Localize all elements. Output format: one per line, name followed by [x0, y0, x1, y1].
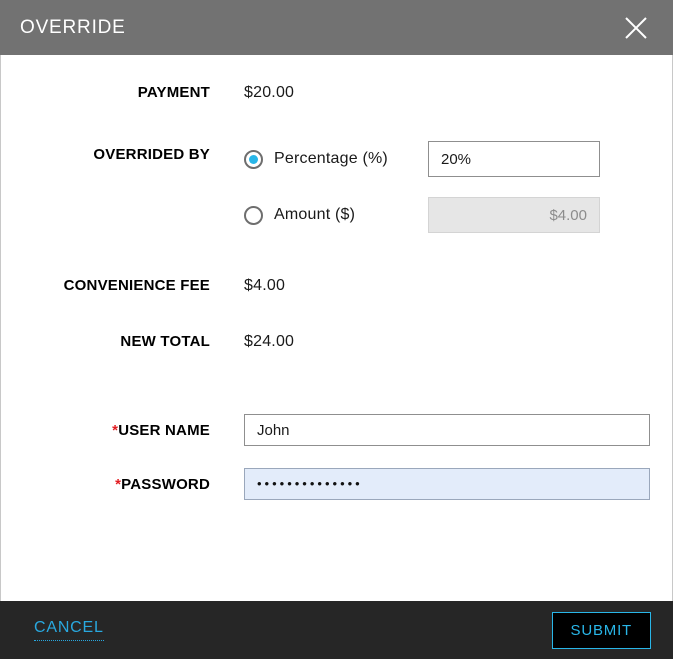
user-name-row: *USER NAME — [1, 414, 672, 446]
percentage-input[interactable] — [428, 141, 600, 177]
convenience-fee-row: CONVENIENCE FEE $4.00 — [1, 276, 672, 296]
overridden-by-row: OVERRIDED BY Percentage (%) Amount ($) — [1, 140, 672, 234]
password-row: *PASSWORD •••••••••••••• — [1, 468, 672, 500]
new-total-label: NEW TOTAL — [120, 333, 210, 350]
radio-percentage-label[interactable]: Percentage (%) — [274, 150, 428, 168]
amount-input — [428, 197, 600, 233]
password-masked-value: •••••••••••••• — [257, 476, 363, 491]
close-icon[interactable] — [621, 13, 651, 43]
password-input[interactable]: •••••••••••••• — [244, 468, 650, 500]
cancel-button[interactable]: CANCEL — [34, 619, 104, 641]
user-name-label-text: USER NAME — [118, 421, 210, 439]
override-options: Percentage (%) Amount ($) — [210, 140, 600, 234]
modal-body: PAYMENT $20.00 OVERRIDED BY Percentage (… — [0, 55, 673, 601]
new-total-row: NEW TOTAL $24.00 — [1, 332, 672, 352]
password-label-text: PASSWORD — [121, 475, 210, 493]
payment-label: PAYMENT — [137, 84, 210, 101]
user-name-label: *USER NAME — [1, 422, 210, 439]
payment-value: $20.00 — [244, 84, 295, 101]
password-label: *PASSWORD — [1, 476, 210, 493]
modal-footer: CANCEL SUBMIT — [0, 601, 673, 659]
override-modal: OVERRIDE PAYMENT $20.00 OVERRIDED BY Per… — [0, 0, 673, 659]
radio-percentage[interactable] — [244, 149, 263, 169]
modal-header: OVERRIDE — [0, 0, 673, 55]
override-option-amount[interactable]: Amount ($) — [244, 196, 600, 234]
new-total-value: $24.00 — [244, 333, 295, 350]
radio-amount[interactable] — [244, 205, 263, 225]
override-option-percentage[interactable]: Percentage (%) — [244, 140, 600, 178]
submit-button[interactable]: SUBMIT — [551, 611, 651, 649]
user-name-input[interactable] — [244, 414, 650, 446]
radio-amount-label[interactable]: Amount ($) — [274, 206, 428, 224]
payment-row: PAYMENT $20.00 — [1, 83, 672, 103]
overridden-by-label: OVERRIDED BY — [93, 146, 210, 163]
convenience-fee-value: $4.00 — [244, 277, 286, 294]
modal-title: OVERRIDE — [20, 16, 126, 38]
convenience-fee-label: CONVENIENCE FEE — [63, 277, 210, 294]
